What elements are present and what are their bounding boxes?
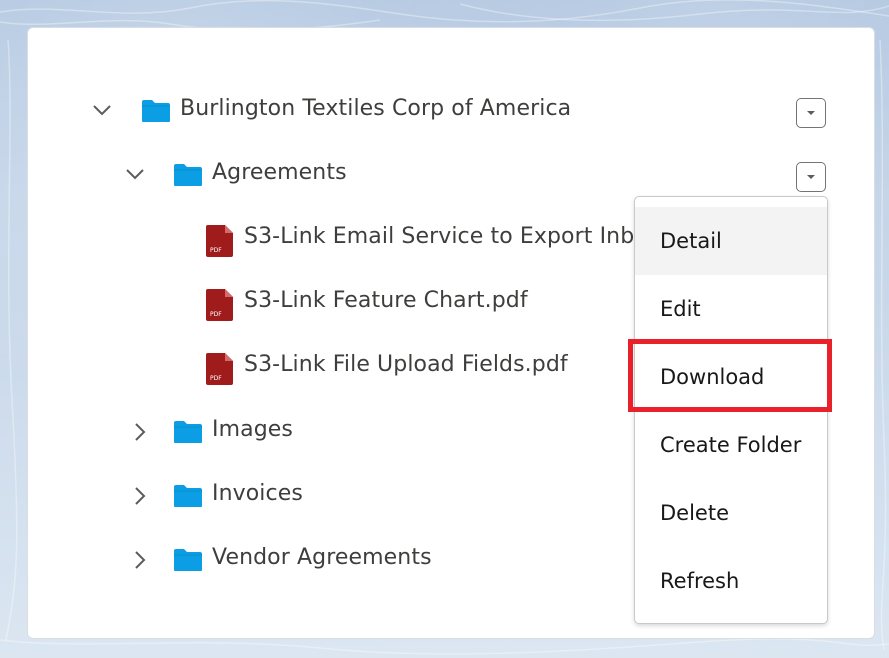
menu-item-edit[interactable]: Edit xyxy=(635,275,827,343)
tree-file-label[interactable]: S3-Link Email Service to Export Inbound … xyxy=(244,224,634,249)
svg-text:PDF: PDF xyxy=(210,311,222,318)
chevron-right-icon[interactable] xyxy=(130,550,150,570)
pdf-file-icon: PDF xyxy=(206,289,233,321)
menu-item-detail[interactable]: Detail xyxy=(635,207,827,275)
tree-file-label[interactable]: S3-Link File Upload Fields.pdf xyxy=(244,352,568,377)
folder-icon xyxy=(174,421,202,443)
root-actions-button[interactable] xyxy=(796,98,826,128)
chevron-down-icon[interactable] xyxy=(92,100,112,120)
menu-item-download[interactable]: Download xyxy=(635,343,827,411)
tree-file-label[interactable]: S3-Link Feature Chart.pdf xyxy=(244,288,528,313)
chevron-down-icon[interactable] xyxy=(125,164,145,184)
menu-item-refresh[interactable]: Refresh xyxy=(635,547,827,615)
chevron-right-icon[interactable] xyxy=(130,486,150,506)
file-name: S3-Link Email Service to Export Inbound … xyxy=(244,224,634,249)
folder-icon xyxy=(174,164,202,186)
tree-item-images-label[interactable]: Images xyxy=(212,417,293,442)
caret-down-icon xyxy=(807,175,815,179)
agreements-actions-button[interactable] xyxy=(796,162,826,192)
menu-item-delete[interactable]: Delete xyxy=(635,479,827,547)
caret-down-icon xyxy=(807,111,815,115)
actions-dropdown-menu: Detail Edit Download Create Folder Delet… xyxy=(634,196,828,624)
tree-item-vendor-agreements-label[interactable]: Vendor Agreements xyxy=(212,545,432,570)
folder-icon xyxy=(174,485,202,507)
folder-icon xyxy=(174,549,202,571)
tree-item-root-label[interactable]: Burlington Textiles Corp of America xyxy=(180,96,571,121)
pdf-file-icon: PDF xyxy=(206,225,233,257)
svg-text:PDF: PDF xyxy=(210,247,222,254)
tree-item-agreements-label[interactable]: Agreements xyxy=(212,160,347,185)
pdf-file-icon: PDF xyxy=(206,353,233,385)
tree-item-invoices-label[interactable]: Invoices xyxy=(212,481,303,506)
folder-icon xyxy=(142,100,170,122)
menu-item-create-folder[interactable]: Create Folder xyxy=(635,411,827,479)
chevron-right-icon[interactable] xyxy=(130,422,150,442)
svg-text:PDF: PDF xyxy=(210,375,222,382)
